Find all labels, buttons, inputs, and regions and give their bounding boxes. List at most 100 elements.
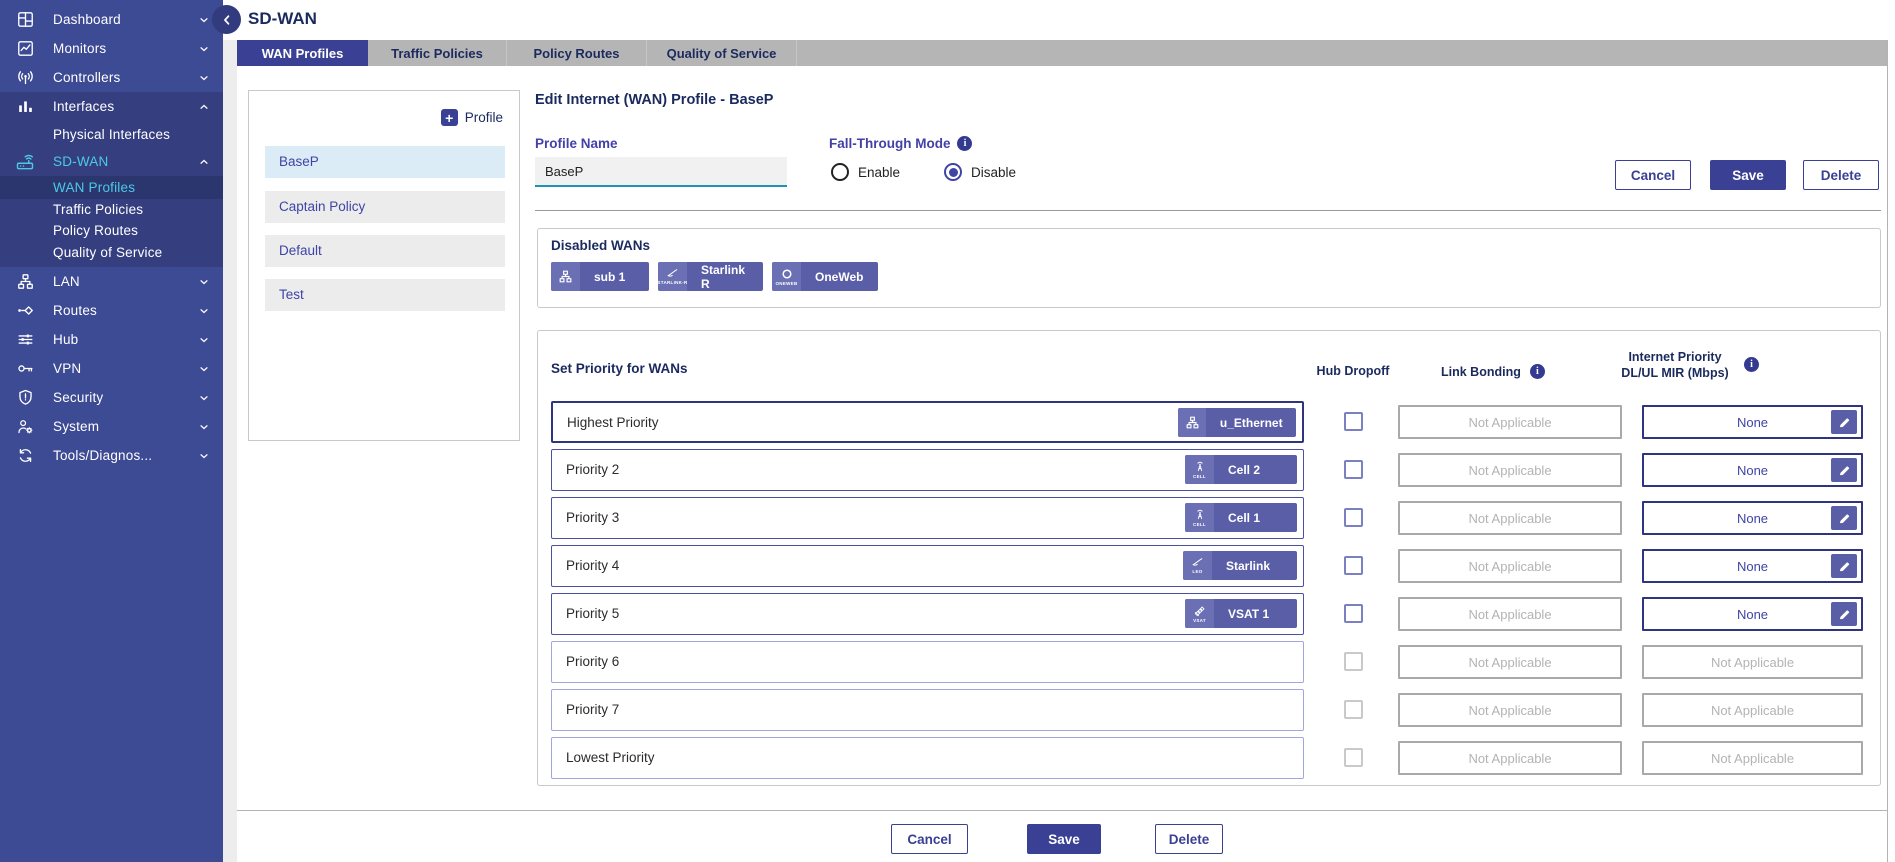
tab-wan-profiles[interactable]: WAN Profiles [237, 40, 368, 66]
wan-chip-oneweb[interactable]: ONEWEB OneWeb [772, 262, 878, 291]
profile-list-item[interactable]: Test [265, 279, 505, 311]
disabled-wans-chips: sub 1 STARLINK-R Starlink R ONEWEB OneWe… [551, 262, 878, 291]
internet-priority-field[interactable]: None [1642, 549, 1863, 583]
priority-label: Priority 3 [566, 498, 619, 537]
starlink-icon: LEO [1183, 551, 1212, 580]
sidebar-item-dashboard[interactable]: Dashboard [0, 5, 223, 34]
sidebar-item-wan-profiles[interactable]: WAN Profiles [0, 176, 223, 199]
edit-icon[interactable] [1831, 410, 1857, 434]
add-profile-label: Profile [465, 110, 503, 125]
disabled-wans-section: Disabled WANs sub 1 STARLINK-R Starlink … [537, 228, 1881, 308]
profile-list-item[interactable]: Captain Policy [265, 191, 505, 223]
link-bonding-field: Not Applicable [1398, 645, 1622, 679]
edit-icon[interactable] [1831, 506, 1857, 530]
internet-priority-field[interactable]: None [1642, 501, 1863, 535]
wan-chip-starlink-r[interactable]: STARLINK-R Starlink R [658, 262, 763, 291]
sidebar-item-interfaces[interactable]: Interfaces [0, 92, 223, 121]
wan-chip-u-ethernet[interactable]: u_Ethernet [1178, 408, 1296, 437]
priority-slot[interactable]: Highest Priority u_Ethernet [551, 401, 1304, 443]
info-icon[interactable] [1530, 364, 1545, 379]
tab-policy-routes[interactable]: Policy Routes [507, 40, 647, 66]
info-icon[interactable] [1744, 357, 1759, 372]
tab-quality-of-service[interactable]: Quality of Service [647, 40, 797, 66]
delete-button-bottom[interactable]: Delete [1155, 824, 1223, 854]
sidebar-item-sdwan[interactable]: SD-WAN [0, 147, 223, 176]
priority-slot[interactable]: Priority 2 CELL Cell 2 [551, 449, 1304, 491]
wan-chip-sub1[interactable]: sub 1 [551, 262, 649, 291]
sidebar-item-lan[interactable]: LAN [0, 267, 223, 296]
chevron-up-icon [198, 100, 211, 113]
chevron-down-icon [198, 275, 211, 288]
cell-icon: CELL [1185, 503, 1214, 532]
edit-icon[interactable] [1831, 554, 1857, 578]
edit-icon[interactable] [1831, 458, 1857, 482]
sidebar-item-policy-routes[interactable]: Policy Routes [0, 220, 223, 241]
fall-through-options: Enable Disable [831, 163, 1016, 181]
sidebar-item-system[interactable]: System [0, 412, 223, 441]
wan-chip-cell-2[interactable]: CELL Cell 2 [1185, 455, 1297, 484]
add-profile-button[interactable]: Profile [441, 109, 503, 126]
internet-priority-field[interactable]: None [1642, 453, 1863, 487]
sidebar-item-security[interactable]: Security [0, 383, 223, 412]
collapse-sidebar-button[interactable] [212, 5, 241, 34]
plus-icon [441, 109, 458, 126]
priority-label: Highest Priority [567, 403, 659, 442]
priority-slot[interactable]: Priority 4 LEO Starlink [551, 545, 1304, 587]
sidebar-item-routes[interactable]: Routes [0, 296, 223, 325]
sidebar-item-monitors[interactable]: Monitors [0, 34, 223, 63]
priority-slot[interactable]: Priority 3 CELL Cell 1 [551, 497, 1304, 539]
save-button-top[interactable]: Save [1710, 160, 1786, 190]
sidebar-item-physical-interfaces[interactable]: Physical Interfaces [0, 121, 223, 147]
hub-dropoff-checkbox[interactable] [1344, 508, 1363, 527]
profile-list-item[interactable]: BaseP [265, 146, 505, 178]
delete-button-top[interactable]: Delete [1803, 160, 1879, 190]
internet-priority-field: Not Applicable [1642, 693, 1863, 727]
sidebar-item-vpn[interactable]: VPN [0, 354, 223, 383]
internet-priority-value: None [1737, 559, 1768, 574]
dashboard-icon [15, 10, 35, 30]
sidebar-item-traffic-policies[interactable]: Traffic Policies [0, 199, 223, 220]
link-bonding-field: Not Applicable [1398, 549, 1622, 583]
profile-list-item[interactable]: Default [265, 235, 505, 267]
link-bonding-field: Not Applicable [1398, 693, 1622, 727]
hub-dropoff-checkbox[interactable] [1344, 604, 1363, 623]
priority-slot[interactable]: Priority 5 VSAT VSAT 1 [551, 593, 1304, 635]
internet-priority-value: None [1737, 415, 1768, 430]
tab-traffic-policies[interactable]: Traffic Policies [368, 40, 507, 66]
disable-radio[interactable] [944, 163, 962, 181]
info-icon[interactable] [957, 136, 972, 151]
profile-name-input[interactable] [535, 157, 787, 187]
priority-label: Priority 5 [566, 594, 619, 633]
cancel-button-bottom[interactable]: Cancel [891, 824, 968, 854]
wan-chip-vsat-1[interactable]: VSAT VSAT 1 [1185, 599, 1297, 628]
hub-dropoff-checkbox[interactable] [1344, 460, 1363, 479]
priority-slot[interactable]: Lowest Priority [551, 737, 1304, 779]
internet-priority-field: Not Applicable [1642, 645, 1863, 679]
wan-chip-cell-1[interactable]: CELL Cell 1 [1185, 503, 1297, 532]
priority-row-8: Lowest Priority Not Applicable Not Appli… [538, 737, 1880, 779]
priority-slot[interactable]: Priority 6 [551, 641, 1304, 683]
hub-dropoff-checkbox[interactable] [1344, 556, 1363, 575]
sidebar-item-label: LAN [53, 274, 80, 289]
sidebar-item-quality-of-service[interactable]: Quality of Service [0, 241, 223, 264]
priority-row-6: Priority 6 Not Applicable Not Applicable [538, 641, 1880, 683]
hub-dropoff-checkbox[interactable] [1344, 412, 1363, 431]
sidebar-item-label: Security [53, 390, 103, 405]
priority-section-title: Set Priority for WANs [551, 361, 688, 376]
routes-icon [15, 301, 35, 321]
sidebar-item-tools-diagnostics[interactable]: Tools/Diagnos... [0, 441, 223, 470]
security-shield-icon [15, 388, 35, 408]
priority-label: Lowest Priority [566, 738, 655, 777]
wan-chip-starlink[interactable]: LEO Starlink [1183, 551, 1297, 580]
sidebar-item-hub[interactable]: Hub [0, 325, 223, 354]
priority-slot[interactable]: Priority 7 [551, 689, 1304, 731]
internet-priority-value: None [1737, 511, 1768, 526]
sidebar-item-controllers[interactable]: Controllers [0, 63, 223, 92]
internet-priority-field[interactable]: None [1642, 597, 1863, 631]
internet-priority-field[interactable]: None [1642, 405, 1863, 439]
edit-icon[interactable] [1831, 602, 1857, 626]
sidebar-item-label: Policy Routes [53, 223, 138, 238]
save-button-bottom[interactable]: Save [1027, 824, 1101, 854]
cancel-button-top[interactable]: Cancel [1615, 160, 1691, 190]
enable-radio[interactable] [831, 163, 849, 181]
